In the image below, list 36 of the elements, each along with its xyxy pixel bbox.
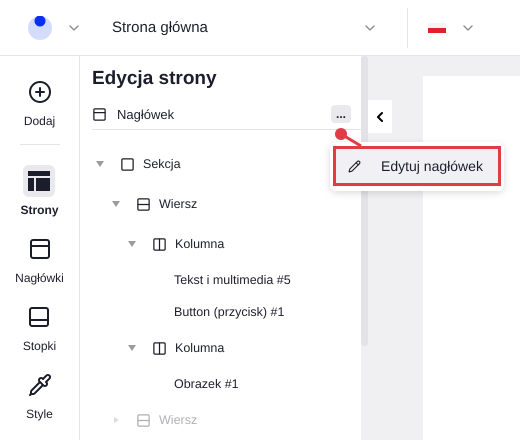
- expanded-arrow-icon[interactable]: [96, 161, 104, 167]
- more-button[interactable]: ...: [331, 105, 351, 123]
- header-item-label[interactable]: Nagłówek: [117, 106, 321, 122]
- collapsed-arrow-icon[interactable]: [112, 417, 120, 423]
- panel-title: Edycja strony: [92, 68, 218, 90]
- tree-item-label[interactable]: Sekcja: [143, 157, 181, 171]
- tree-item-label[interactable]: Button (przycisk) #1: [174, 305, 284, 319]
- expanded-arrow-icon[interactable]: [112, 201, 120, 207]
- panel-top-icon: [92, 106, 107, 122]
- pipette-icon: [28, 373, 52, 397]
- sidebar-item[interactable]: Style: [24, 369, 56, 421]
- logo-icon[interactable]: [28, 16, 52, 40]
- columns-icon: [152, 236, 167, 252]
- tree-item-label[interactable]: Tekst i multimedia #5: [174, 273, 291, 287]
- expanded-arrow-icon[interactable]: [128, 241, 136, 247]
- tree-item-label[interactable]: Kolumna: [175, 237, 224, 251]
- tree-item-label[interactable]: Obrazek #1: [174, 377, 239, 391]
- rows-icon: [136, 412, 151, 428]
- page-select[interactable]: Strona główna: [112, 19, 392, 36]
- add-icon: [28, 80, 52, 104]
- flag-icon: [428, 22, 446, 32]
- tree-item-label[interactable]: Kolumna: [175, 341, 224, 355]
- columns-icon: [152, 340, 167, 356]
- square-icon: [120, 156, 135, 172]
- collapse-button[interactable]: [368, 100, 392, 133]
- pencil-icon: [348, 160, 361, 172]
- menu-item[interactable]: Edytuj nagłówek: [333, 146, 501, 186]
- expanded-arrow-icon[interactable]: [128, 345, 136, 351]
- sidebar-item[interactable]: Dodaj: [24, 76, 56, 128]
- panel-top-icon: [28, 237, 52, 261]
- sidebar-item[interactable]: Stopki: [22, 301, 56, 353]
- tree-item-label[interactable]: Wiersz: [159, 197, 198, 211]
- sidebar-item[interactable]: Nagłówki: [15, 233, 64, 285]
- panel-bottom-icon: [27, 305, 52, 329]
- layout-icon: [28, 171, 50, 191]
- rows-icon: [136, 196, 151, 212]
